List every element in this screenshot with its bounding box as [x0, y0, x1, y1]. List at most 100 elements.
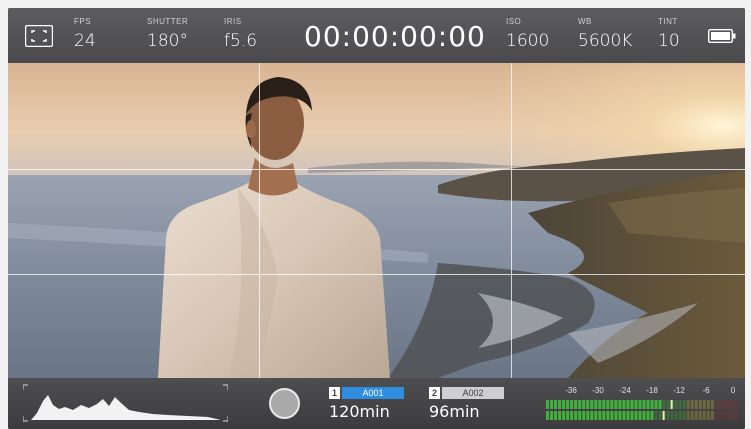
audio-meter-segment	[638, 411, 642, 420]
audio-meter-segment	[618, 411, 622, 420]
fps-control[interactable]: FPS 24	[74, 17, 96, 51]
audio-meter-segment	[682, 411, 686, 420]
audio-meter-segment	[546, 411, 550, 420]
iso-control[interactable]: ISO 1600	[506, 17, 549, 51]
audio-meter-segment	[558, 411, 562, 420]
audio-meter-segment	[694, 400, 698, 409]
slot-1-clip-name: A001	[342, 387, 404, 399]
fullscreen-corners-icon[interactable]	[25, 25, 53, 47]
histogram[interactable]	[23, 383, 228, 423]
audio-meter-segment	[550, 411, 554, 420]
audio-meters[interactable]: -36 -30 -24 -18 -12 -6 0	[541, 386, 741, 424]
audio-meter-segment	[734, 400, 738, 409]
shutter-value: 180°	[147, 31, 188, 51]
wb-value: 5600K	[578, 31, 633, 51]
audio-meter-segment	[622, 400, 626, 409]
iris-label: IRIS	[224, 17, 242, 26]
fps-label: FPS	[74, 17, 92, 26]
audio-peak-marker	[662, 411, 665, 420]
audio-meter-segment	[570, 411, 574, 420]
audio-meter-segment	[622, 411, 626, 420]
audio-meter-segment	[722, 400, 726, 409]
audio-meter-segment	[710, 411, 714, 420]
audio-meter-segment	[602, 411, 606, 420]
audio-meter-segment	[730, 400, 734, 409]
audio-meter-segment	[630, 411, 634, 420]
audio-meter-segment	[698, 400, 702, 409]
timecode-display[interactable]: 00:00:00:00	[304, 20, 486, 53]
audio-meter-segment	[646, 411, 650, 420]
audio-meter-segment	[642, 400, 646, 409]
fps-value: 24	[74, 31, 96, 51]
audio-meter-segment	[702, 411, 706, 420]
shutter-control[interactable]: SHUTTER 180°	[147, 17, 188, 51]
audio-meter-segment	[582, 411, 586, 420]
audio-meter-segment	[654, 400, 658, 409]
audio-meter-segment	[558, 400, 562, 409]
audio-meter-segment	[686, 400, 690, 409]
audio-meter-segment	[726, 411, 730, 420]
record-button-icon[interactable]	[269, 388, 300, 419]
camera-monitor: FPS 24 SHUTTER 180° IRIS f5.6 00:00:00:0…	[8, 8, 745, 429]
audio-meter-segment	[710, 400, 714, 409]
audio-meter-segment	[606, 400, 610, 409]
audio-meter-segment	[546, 400, 550, 409]
audio-meter-segment	[634, 400, 638, 409]
battery-icon[interactable]	[708, 29, 736, 43]
audio-meter-segment	[594, 411, 598, 420]
tint-value: 10	[658, 31, 680, 51]
audio-tick: -6	[702, 386, 710, 395]
audio-meter-segment	[650, 400, 654, 409]
audio-meter-segment	[714, 411, 718, 420]
audio-meter-segment	[698, 411, 702, 420]
audio-meter-segment	[674, 400, 678, 409]
iso-label: ISO	[506, 17, 522, 26]
audio-meter-segment	[686, 411, 690, 420]
audio-meter-segment	[670, 411, 674, 420]
audio-meter-segment	[578, 411, 582, 420]
audio-meter-segment	[590, 400, 594, 409]
audio-meter-segment	[654, 411, 658, 420]
audio-meter-segment	[730, 411, 734, 420]
iris-value: f5.6	[224, 31, 258, 51]
tint-label: TINT	[658, 17, 678, 26]
audio-meter-segment	[722, 411, 726, 420]
slot-2-index: 2	[429, 387, 440, 399]
audio-meter-ch2	[546, 411, 738, 420]
audio-meter-segment	[578, 400, 582, 409]
audio-meter-segment	[550, 400, 554, 409]
audio-meter-segment	[610, 411, 614, 420]
audio-meter-segment	[586, 411, 590, 420]
audio-meter-segment	[606, 411, 610, 420]
audio-meter-segment	[570, 400, 574, 409]
wb-control[interactable]: WB 5600K	[578, 17, 632, 51]
audio-meter-segment	[690, 400, 694, 409]
audio-meter-segment	[706, 411, 710, 420]
audio-meter-segment	[706, 400, 710, 409]
audio-meter-segment	[562, 400, 566, 409]
audio-tick: -24	[619, 386, 631, 395]
audio-meter-segment	[634, 411, 638, 420]
audio-meter-segment	[678, 400, 682, 409]
audio-meter-segment	[690, 411, 694, 420]
audio-meter-segment	[642, 411, 646, 420]
audio-meter-segment	[590, 411, 594, 420]
audio-meter-segment	[666, 400, 670, 409]
audio-tick: -18	[646, 386, 658, 395]
slot-2-remaining: 96min	[429, 402, 480, 421]
audio-meter-segment	[726, 400, 730, 409]
iris-control[interactable]: IRIS f5.6	[224, 17, 257, 51]
audio-scale: -36 -30 -24 -18 -12 -6 0	[541, 386, 741, 396]
audio-meter-segment	[666, 411, 670, 420]
scene-image	[8, 63, 745, 378]
audio-meter-segment	[674, 411, 678, 420]
audio-peak-marker	[670, 400, 673, 409]
tint-control[interactable]: TINT 10	[658, 17, 680, 51]
audio-meter-segment	[566, 400, 570, 409]
audio-meter-segment	[566, 411, 570, 420]
audio-meter-segment	[662, 400, 666, 409]
audio-meter-segment	[594, 400, 598, 409]
audio-meter-segment	[554, 400, 558, 409]
audio-meter-segment	[626, 411, 630, 420]
live-view[interactable]	[8, 63, 745, 378]
